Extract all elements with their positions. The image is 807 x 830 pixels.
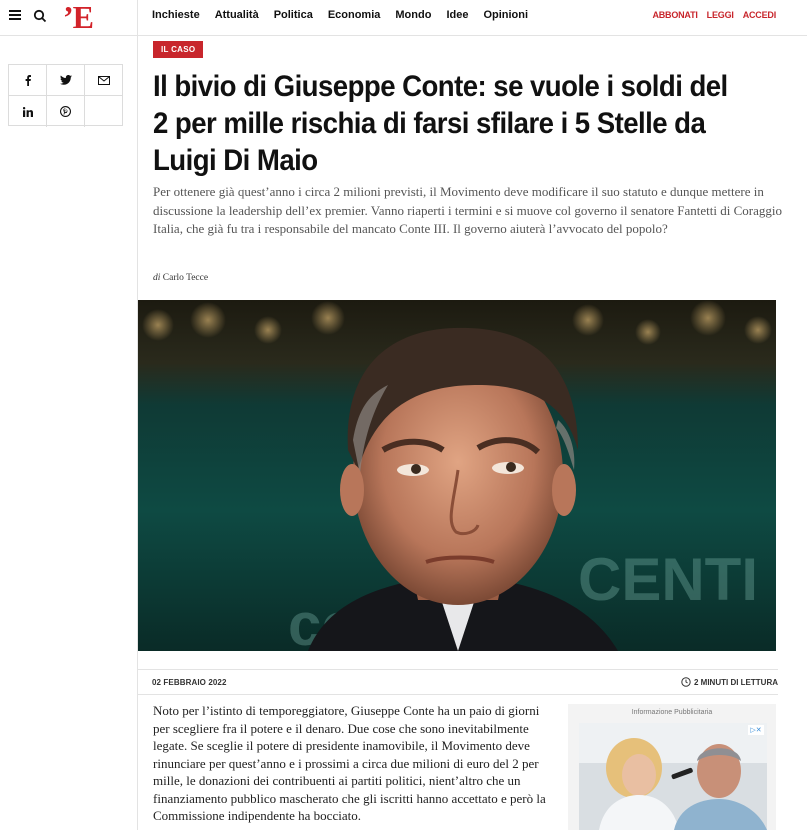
nav-item-economia[interactable]: Economia	[328, 9, 381, 21]
share-twitter-button[interactable]	[47, 65, 85, 96]
menu-icon[interactable]	[9, 10, 21, 20]
advertisement[interactable]: Informazione Pubblicitaria ▷✕	[568, 704, 776, 830]
article-summary: Per ottenere già quest’anno i circa 2 mi…	[153, 184, 783, 236]
nav-item-opinioni[interactable]: Opinioni	[483, 9, 528, 21]
share-box	[8, 64, 123, 127]
email-icon	[98, 75, 110, 85]
hero-image: co CENTI	[138, 300, 776, 651]
ad-image[interactable]: ▷✕	[579, 723, 767, 830]
nav-item-attualita[interactable]: Attualità	[215, 9, 259, 21]
login-link[interactable]: ACCEDI	[743, 10, 777, 20]
byline: di Carlo Tecce	[153, 273, 208, 283]
search-icon[interactable]	[33, 9, 47, 23]
read-time: 2 MINUTI DI LETTURA	[681, 677, 778, 687]
share-facebook-button[interactable]	[9, 65, 47, 96]
pinterest-icon	[60, 106, 71, 117]
ad-photo	[579, 723, 767, 830]
ad-close-icon[interactable]: ▷✕	[748, 725, 764, 735]
byline-prefix: di	[153, 273, 161, 283]
main-nav: Inchieste Attualità Politica Economia Mo…	[152, 9, 543, 21]
ad-label: Informazione Pubblicitaria	[631, 709, 713, 716]
read-time-label: 2 MINUTI DI LETTURA	[694, 677, 778, 687]
nav-item-inchieste[interactable]: Inchieste	[152, 9, 200, 21]
share-email-button[interactable]	[85, 65, 123, 96]
hero-photo: co CENTI	[138, 300, 776, 651]
article-meta: 02 FEBBRAIO 2022 2 MINUTI DI LETTURA	[138, 669, 778, 695]
nav-item-mondo[interactable]: Mondo	[395, 9, 431, 21]
article-title: Il bivio di Giuseppe Conte: se vuole i s…	[153, 70, 728, 177]
site-logo[interactable]: ’E	[63, 0, 94, 34]
account-links: ABBONATI LEGGI ACCEDI	[643, 10, 776, 20]
nav-item-politica[interactable]: Politica	[274, 9, 313, 21]
svg-text:CENTI: CENTI	[578, 546, 758, 613]
facebook-icon	[25, 74, 31, 86]
site-header: ’E Inchieste Attualità Politica Economia…	[0, 0, 807, 36]
category-tag[interactable]: IL CASO	[153, 41, 204, 58]
article-body: Noto per l’istinto di temporeggiatore, G…	[153, 703, 546, 823]
publish-date: 02 FEBBRAIO 2022	[152, 678, 227, 687]
share-pinterest-button[interactable]	[47, 96, 85, 127]
nav-item-idee[interactable]: Idee	[446, 9, 468, 21]
subscribe-link[interactable]: ABBONATI	[652, 10, 697, 20]
twitter-icon	[59, 75, 72, 85]
clock-icon	[681, 677, 691, 687]
author-name[interactable]: Carlo Tecce	[163, 273, 208, 283]
read-link[interactable]: LEGGI	[707, 10, 734, 20]
linkedin-icon	[22, 106, 33, 117]
share-linkedin-button[interactable]	[9, 96, 47, 127]
